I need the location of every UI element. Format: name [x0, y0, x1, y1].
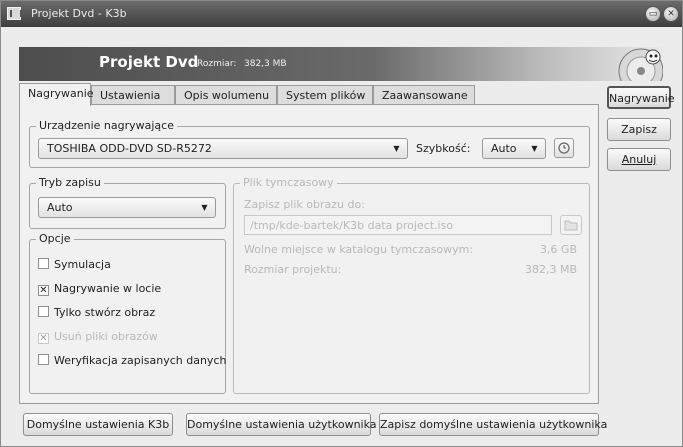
- project-size-value: 382,3 MB: [524, 263, 577, 276]
- tab-ustawienia[interactable]: Ustawienia: [91, 85, 175, 105]
- k3b-app-icon[interactable]: [7, 7, 22, 20]
- window-title: Projekt Dvd - K3b: [31, 7, 127, 20]
- remove-images-checkbox: ✕ Usuń pliki obrazów: [38, 330, 158, 346]
- user-defaults-button[interactable]: Domyślne ustawienia użytkownika: [186, 413, 377, 436]
- speed-select[interactable]: Auto ▼: [482, 138, 546, 159]
- tab-nagrywanie[interactable]: Nagrywanie: [19, 83, 94, 106]
- refresh-speed-button[interactable]: [554, 138, 574, 158]
- clock-icon: [558, 142, 570, 154]
- project-size-label: Rozmiar:: [197, 59, 237, 69]
- image-path-input: /tmp/kde-bartek/K3b data project.iso: [244, 215, 552, 235]
- chevron-down-icon: ▼: [393, 144, 400, 153]
- checkbox-box-checked-disabled: ✕: [38, 333, 49, 344]
- save-button[interactable]: Zapisz: [607, 118, 671, 141]
- project-title: Projekt Dvd: [99, 53, 199, 71]
- speed-select-value: Auto: [491, 142, 517, 155]
- browse-folder-button: [560, 215, 582, 235]
- title-bar[interactable]: Projekt Dvd - K3b ▭ ✕: [1, 1, 682, 27]
- project-size-label: Rozmiar projektu:: [244, 263, 342, 276]
- save-user-defaults-button[interactable]: Zapisz domyślne ustawienia użytkownika: [379, 413, 607, 436]
- checkbox-label: Nagrywanie w locie: [54, 282, 162, 295]
- free-space-value: 3,6 GB: [539, 243, 577, 256]
- verify-data-checkbox[interactable]: Weryfikacja zapisanych danych: [38, 354, 226, 370]
- checkbox-label: Usuń pliki obrazów: [54, 330, 158, 343]
- close-icon[interactable]: ✕: [663, 6, 679, 22]
- disc-logo-icon: [618, 48, 663, 81]
- save-image-label: Zapisz plik obrazu do:: [244, 198, 365, 211]
- tab-opis-wolumenu[interactable]: Opis wolumenu: [175, 85, 277, 105]
- cancel-button[interactable]: Anuluj: [607, 148, 671, 171]
- k3b-defaults-button[interactable]: Domyślne ustawienia K3b: [23, 413, 173, 436]
- temp-file-title: Plik tymczasowy: [240, 176, 337, 189]
- device-select-value: TOSHIBA ODD-DVD SD-R5272: [47, 142, 212, 155]
- options-group: Opcje Symulacja ✕ Nagrywanie w locie Tylk…: [29, 232, 226, 394]
- main-window: Projekt Dvd - K3b ▭ ✕ Projekt Dvd Rozmia…: [0, 0, 683, 447]
- speed-label: Szybkość:: [416, 142, 471, 155]
- project-banner: Projekt Dvd Rozmiar: 382,3 MB: [19, 47, 663, 81]
- chevron-down-icon: ▼: [201, 203, 208, 212]
- checkbox-label: Tylko stwórz obraz: [54, 306, 156, 319]
- write-mode-select[interactable]: Auto ▼: [38, 197, 216, 218]
- project-size-value: 382,3 MB: [244, 59, 287, 69]
- checkbox-box: [38, 306, 49, 317]
- on-the-fly-checkbox[interactable]: ✕ Nagrywanie w locie: [38, 282, 161, 298]
- options-title: Opcje: [36, 232, 74, 245]
- simulation-checkbox[interactable]: Symulacja: [38, 258, 111, 274]
- tab-panel-nagrywanie: Urządzenie nagrywające TOSHIBA ODD-DVD S…: [19, 104, 599, 404]
- device-select[interactable]: TOSHIBA ODD-DVD SD-R5272 ▼: [38, 138, 408, 159]
- maximize-icon[interactable]: ▭: [645, 6, 661, 22]
- write-mode-title: Tryb zapisu: [36, 176, 104, 189]
- tab-zaawansowane[interactable]: Zaawansowane: [373, 85, 475, 105]
- tab-system-plikow[interactable]: System plików: [277, 85, 373, 105]
- device-group: Urządzenie nagrywające TOSHIBA ODD-DVD S…: [29, 119, 590, 168]
- checkbox-box: [38, 354, 49, 365]
- checkbox-box-checked: ✕: [38, 285, 49, 296]
- device-group-title: Urządzenie nagrywające: [36, 119, 177, 132]
- checkbox-label: Weryfikacja zapisanych danych: [54, 354, 227, 367]
- burn-button[interactable]: Nagrywanie: [607, 86, 675, 109]
- only-create-image-checkbox[interactable]: Tylko stwórz obraz: [38, 306, 155, 322]
- checkbox-label: Symulacja: [54, 258, 111, 271]
- write-mode-group: Tryb zapisu Auto ▼: [29, 176, 226, 229]
- folder-icon: [564, 220, 578, 231]
- checkbox-box: [38, 258, 49, 269]
- free-space-label: Wolne miejsce w katalogu tymczasowym:: [244, 243, 474, 256]
- write-mode-value: Auto: [47, 201, 73, 214]
- temp-file-group: Plik tymczasowy Zapisz plik obrazu do: /…: [233, 176, 590, 394]
- chevron-down-icon: ▼: [531, 144, 538, 153]
